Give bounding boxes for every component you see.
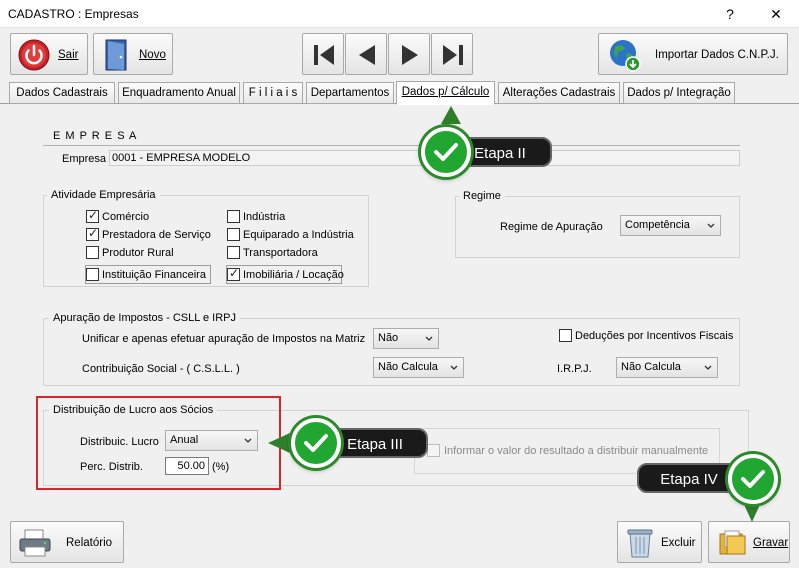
checkbox-prestadora-servico[interactable] [86, 226, 99, 241]
unificar-value: Não [378, 332, 399, 344]
etapa3-arrow [268, 433, 290, 453]
tab-dados-integracao[interactable]: Dados p/ Integração [623, 82, 735, 104]
relatorio-button[interactable]: Relatório [10, 521, 124, 563]
help-button[interactable]: ? [710, 0, 750, 28]
label-instituicao-financeira: Instituição Financeira [102, 269, 206, 281]
impostos-title: Apuração de Impostos - CSLL e IRPJ [49, 312, 241, 324]
label-imobiliaria-locacao: Imobiliária / Locação [243, 269, 344, 281]
power-icon [18, 39, 50, 71]
regime-apuracao-select[interactable]: Competência [620, 215, 721, 236]
importar-label: Importar Dados C.N.P.J. [655, 49, 779, 61]
regime-apuracao-value: Competência [625, 219, 690, 231]
tab-departamentos[interactable]: Departamentos [306, 82, 394, 104]
distribuicao-highlight [36, 396, 281, 490]
empresa-divider [43, 145, 740, 146]
checkbox-informar-manual[interactable] [427, 444, 440, 457]
irpj-label: I.R.P.J. [557, 363, 592, 375]
checkbox-industria[interactable] [227, 210, 240, 223]
last-record-button[interactable] [431, 33, 473, 75]
excluir-button[interactable]: Excluir [617, 521, 702, 563]
unificar-label: Unificar e apenas efetuar apuração de Im… [82, 333, 366, 345]
informar-manual-label: Informar o valor do resultado a distribu… [444, 445, 709, 457]
globe-download-icon [610, 40, 641, 72]
novo-button[interactable]: Novo [93, 33, 173, 75]
door-icon [105, 39, 127, 71]
csll-value: Não Calcula [378, 361, 438, 373]
gravar-label: Gravar [753, 537, 789, 549]
tab-dados-cadastrais[interactable]: Dados Cadastrais [9, 82, 115, 104]
csll-label: Contribuição Social - ( C.S.L.L. ) [82, 363, 240, 375]
deducoes-label: Deduções por Incentivos Fiscais [575, 330, 734, 342]
window-title: CADASTRO : Empresas [8, 7, 139, 21]
first-record-button[interactable] [302, 33, 344, 75]
label-comercio: Comércio [102, 211, 150, 223]
empresa-label: Empresa [62, 153, 107, 165]
folder-save-icon [719, 530, 746, 555]
checkbox-comercio[interactable] [86, 208, 99, 223]
checkbox-instituicao-financeira[interactable] [86, 268, 99, 281]
etapa2-check-icon [421, 127, 471, 177]
skip-first-icon [314, 45, 334, 65]
arrow-left-icon [359, 45, 375, 65]
tab-filiais[interactable]: F i l i a i s [243, 82, 303, 104]
label-industria: Indústria [243, 211, 286, 223]
close-button[interactable]: ✕ [756, 0, 796, 28]
chevron-down-icon [450, 365, 458, 370]
atividade-title: Atividade Empresária [47, 189, 160, 201]
label-produtor-rural: Produtor Rural [102, 247, 174, 259]
chevron-down-icon [425, 336, 433, 341]
trash-icon [627, 529, 653, 558]
etapa4-check-icon [728, 454, 778, 504]
label-transportadora: Transportadora [243, 247, 318, 259]
novo-label: Novo [139, 49, 166, 61]
sair-button[interactable]: Sair [10, 33, 88, 75]
checkbox-produtor-rural[interactable] [86, 246, 99, 259]
regime-title: Regime [459, 190, 505, 202]
importar-cnpj-button[interactable]: Importar Dados C.N.P.J. [598, 33, 788, 75]
relatorio-label: Relatório [66, 537, 113, 549]
checkbox-transportadora[interactable] [227, 246, 240, 259]
gravar-button[interactable]: Gravar [708, 521, 790, 563]
checkbox-deducoes-incentivos[interactable] [559, 329, 572, 342]
etapa2-arrow [441, 106, 461, 124]
tab-dados-calculo[interactable]: Dados p/ Cálculo [396, 81, 495, 105]
next-record-button[interactable] [388, 33, 430, 75]
checkbox-imobiliaria-locacao[interactable] [227, 266, 240, 281]
checkbox-equiparado-industria[interactable] [227, 228, 240, 241]
skip-last-icon [443, 45, 463, 65]
sair-label: Sair [58, 49, 79, 61]
irpj-select[interactable]: Não Calcula [616, 357, 718, 378]
arrow-right-icon [402, 45, 418, 65]
irpj-value: Não Calcula [621, 361, 681, 373]
chevron-down-icon [704, 365, 712, 370]
printer-icon [19, 529, 51, 557]
excluir-label: Excluir [661, 537, 696, 549]
tab-enquadramento-anual[interactable]: Enquadramento Anual [118, 82, 240, 104]
unificar-select[interactable]: Não [373, 328, 439, 349]
csll-select[interactable]: Não Calcula [373, 357, 464, 378]
empresa-heading: E M P R E S A [53, 130, 138, 142]
title-bar: CADASTRO : Empresas ? ✕ [0, 0, 799, 28]
label-prestadora-servico: Prestadora de Serviço [102, 229, 211, 241]
etapa4-label: Etapa IV [637, 463, 741, 493]
etapa3-check-icon [291, 418, 341, 468]
regime-apuracao-label: Regime de Apuração [500, 221, 603, 233]
tab-alteracoes-cadastrais[interactable]: Alterações Cadastrais [498, 82, 620, 104]
previous-record-button[interactable] [345, 33, 387, 75]
chevron-down-icon [707, 223, 715, 228]
label-equiparado-industria: Equiparado a Indústria [243, 229, 354, 241]
